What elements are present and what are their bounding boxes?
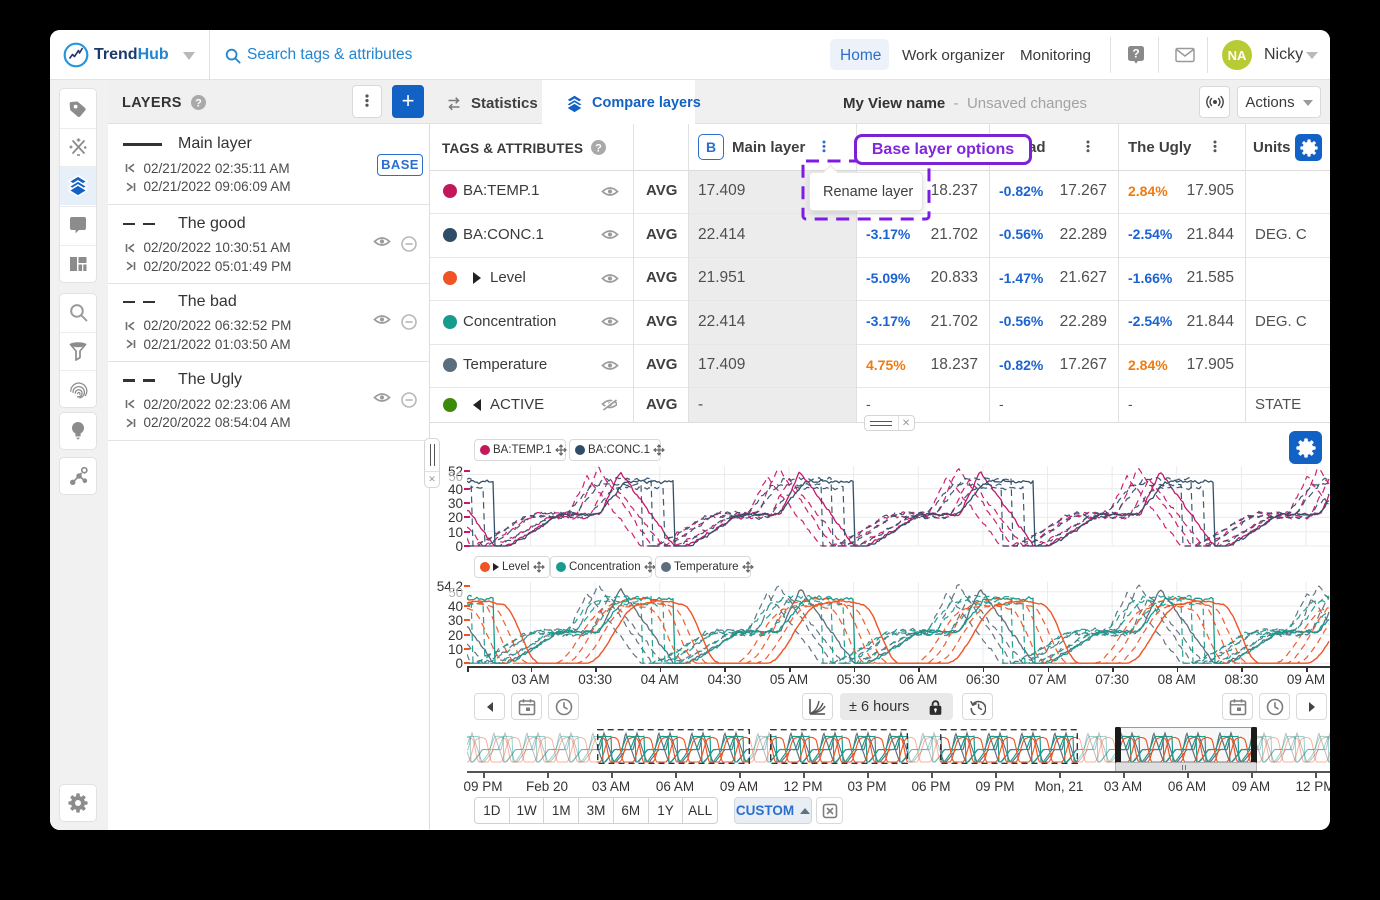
- svg-text:?: ?: [595, 142, 602, 154]
- svg-text:?: ?: [1132, 47, 1139, 61]
- svg-text:?: ?: [195, 97, 202, 109]
